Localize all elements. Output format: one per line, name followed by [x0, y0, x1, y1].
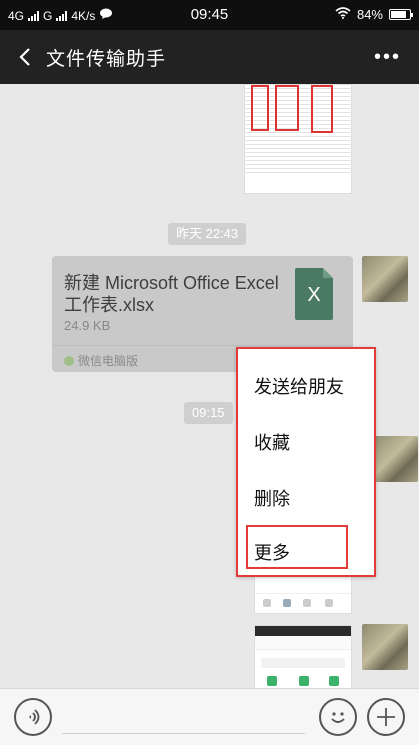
file-size: 24.9 KB [64, 318, 111, 333]
red-annotation-box [311, 85, 333, 133]
file-name: 新建 Microsoft Office Excel 工作表.xlsx [64, 273, 279, 315]
wifi-icon [335, 7, 351, 22]
timestamp-yesterday: 昨天 22:43 [168, 223, 247, 245]
battery-icon [389, 9, 413, 20]
red-annotation-box [275, 85, 299, 131]
avatar[interactable] [362, 256, 408, 302]
excel-file-icon: X [295, 268, 333, 320]
emoji-icon[interactable] [319, 698, 357, 736]
plus-icon[interactable] [367, 698, 405, 736]
file-source: 微信电脑版 [64, 352, 138, 369]
file-source-label: 微信电脑版 [78, 354, 139, 368]
voice-icon[interactable] [14, 698, 52, 736]
wechat-pc-icon [64, 355, 74, 366]
sent-image-phone-1[interactable] [254, 572, 352, 614]
battery-text: 84% [356, 7, 383, 22]
highlight-box-more [246, 525, 348, 569]
timestamp-today: 09:15 [184, 402, 233, 424]
menu-item-send-to-friend[interactable]: 发送给朋友 [254, 373, 344, 399]
menu-item-favorite[interactable]: 收藏 [254, 429, 290, 455]
back-arrow-icon[interactable] [12, 43, 40, 71]
more-dots-icon[interactable]: ••• [374, 46, 401, 69]
card-divider [52, 345, 353, 346]
sent-image-phone-2[interactable] [254, 625, 352, 688]
red-annotation-box [251, 85, 269, 131]
chat-header: 文件传输助手 ••• [0, 30, 419, 84]
menu-item-delete[interactable]: 删除 [254, 485, 290, 511]
status-right: 84% [335, 7, 413, 22]
spreadsheet-row [245, 169, 351, 173]
status-bar: 4G G 4K/s 09:45 84% [0, 0, 419, 30]
avatar[interactable] [372, 436, 418, 482]
battery-fill [391, 11, 407, 18]
sent-image-spreadsheet[interactable] [244, 84, 352, 194]
avatar[interactable] [362, 624, 408, 670]
input-bar [0, 688, 419, 745]
chat-title: 文件传输助手 [46, 49, 167, 70]
message-input[interactable] [62, 733, 305, 734]
